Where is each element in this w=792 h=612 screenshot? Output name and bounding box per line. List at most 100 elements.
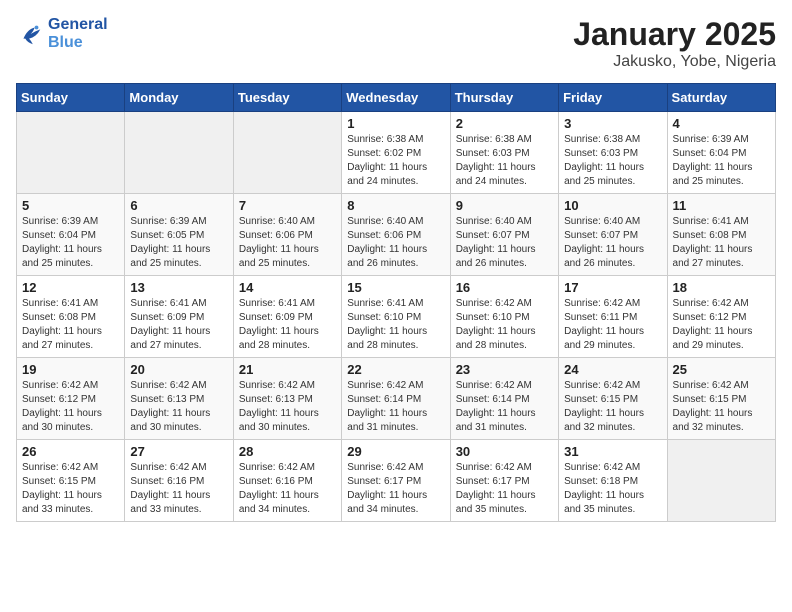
day-info: Sunrise: 6:39 AM Sunset: 6:05 PM Dayligh…: [130, 215, 227, 271]
day-number: 2: [456, 116, 553, 131]
day-number: 31: [564, 444, 661, 459]
calendar-cell: 24 Sunrise: 6:42 AM Sunset: 6:15 PM Dayli…: [559, 358, 667, 440]
day-info: Sunrise: 6:40 AM Sunset: 6:07 PM Dayligh…: [456, 215, 553, 271]
day-info: Sunrise: 6:39 AM Sunset: 6:04 PM Dayligh…: [673, 133, 770, 189]
calendar-cell: 3 Sunrise: 6:38 AM Sunset: 6:03 PM Daylig…: [559, 112, 667, 194]
day-info: Sunrise: 6:42 AM Sunset: 6:12 PM Dayligh…: [22, 379, 119, 435]
calendar-cell: [125, 112, 233, 194]
weekday-header: Thursday: [450, 84, 558, 112]
day-number: 30: [456, 444, 553, 459]
day-number: 4: [673, 116, 770, 131]
day-info: Sunrise: 6:40 AM Sunset: 6:07 PM Dayligh…: [564, 215, 661, 271]
calendar-week-row: 1Sunrise: 6:38 AM Sunset: 6:02 PM Daylig…: [17, 112, 776, 194]
weekday-header: Friday: [559, 84, 667, 112]
day-number: 19: [22, 362, 119, 377]
calendar-cell: [667, 440, 775, 522]
day-info: Sunrise: 6:41 AM Sunset: 6:10 PM Dayligh…: [347, 297, 444, 353]
calendar-cell: 9 Sunrise: 6:40 AM Sunset: 6:07 PM Daylig…: [450, 194, 558, 276]
day-number: 17: [564, 280, 661, 295]
calendar-cell: 28 Sunrise: 6:42 AM Sunset: 6:16 PM Dayli…: [233, 440, 341, 522]
day-info: Sunrise: 6:42 AM Sunset: 6:15 PM Dayligh…: [673, 379, 770, 435]
calendar-cell: 7 Sunrise: 6:40 AM Sunset: 6:06 PM Daylig…: [233, 194, 341, 276]
calendar-week-row: 5Sunrise: 6:39 AM Sunset: 6:04 PM Daylig…: [17, 194, 776, 276]
page-header: General Blue January 2025 Jakusko, Yobe,…: [16, 16, 776, 71]
day-info: Sunrise: 6:39 AM Sunset: 6:04 PM Dayligh…: [22, 215, 119, 271]
calendar-cell: 27Sunrise: 6:42 AM Sunset: 6:16 PM Dayli…: [125, 440, 233, 522]
day-info: Sunrise: 6:42 AM Sunset: 6:17 PM Dayligh…: [456, 461, 553, 517]
day-info: Sunrise: 6:40 AM Sunset: 6:06 PM Dayligh…: [239, 215, 336, 271]
calendar-cell: [17, 112, 125, 194]
weekday-header-row: SundayMondayTuesdayWednesdayThursdayFrid…: [17, 84, 776, 112]
calendar-cell: 31Sunrise: 6:42 AM Sunset: 6:18 PM Dayli…: [559, 440, 667, 522]
day-info: Sunrise: 6:41 AM Sunset: 6:08 PM Dayligh…: [22, 297, 119, 353]
day-number: 3: [564, 116, 661, 131]
calendar-cell: 18Sunrise: 6:42 AM Sunset: 6:12 PM Dayli…: [667, 276, 775, 358]
calendar-cell: 20Sunrise: 6:42 AM Sunset: 6:13 PM Dayli…: [125, 358, 233, 440]
day-number: 8: [347, 198, 444, 213]
calendar-cell: 17 Sunrise: 6:42 AM Sunset: 6:11 PM Dayli…: [559, 276, 667, 358]
weekday-header: Tuesday: [233, 84, 341, 112]
day-info: Sunrise: 6:42 AM Sunset: 6:17 PM Dayligh…: [347, 461, 444, 517]
day-number: 22: [347, 362, 444, 377]
logo-icon: [16, 20, 44, 48]
logo-general: General: [48, 16, 108, 34]
day-number: 26: [22, 444, 119, 459]
day-number: 29: [347, 444, 444, 459]
weekday-header: Wednesday: [342, 84, 450, 112]
day-info: Sunrise: 6:41 AM Sunset: 6:08 PM Dayligh…: [673, 215, 770, 271]
calendar-cell: 29 Sunrise: 6:42 AM Sunset: 6:17 PM Dayli…: [342, 440, 450, 522]
calendar-week-row: 19 Sunrise: 6:42 AM Sunset: 6:12 PM Dayli…: [17, 358, 776, 440]
day-info: Sunrise: 6:40 AM Sunset: 6:06 PM Dayligh…: [347, 215, 444, 271]
day-info: Sunrise: 6:42 AM Sunset: 6:15 PM Dayligh…: [564, 379, 661, 435]
calendar-cell: 21 Sunrise: 6:42 AM Sunset: 6:13 PM Dayli…: [233, 358, 341, 440]
calendar-cell: 16 Sunrise: 6:42 AM Sunset: 6:10 PM Dayli…: [450, 276, 558, 358]
calendar-cell: 5Sunrise: 6:39 AM Sunset: 6:04 PM Daylig…: [17, 194, 125, 276]
day-info: Sunrise: 6:41 AM Sunset: 6:09 PM Dayligh…: [130, 297, 227, 353]
day-number: 21: [239, 362, 336, 377]
calendar-cell: 25 Sunrise: 6:42 AM Sunset: 6:15 PM Dayli…: [667, 358, 775, 440]
day-info: Sunrise: 6:38 AM Sunset: 6:03 PM Dayligh…: [456, 133, 553, 189]
calendar-cell: 11 Sunrise: 6:41 AM Sunset: 6:08 PM Dayli…: [667, 194, 775, 276]
weekday-header: Monday: [125, 84, 233, 112]
calendar-cell: 4 Sunrise: 6:39 AM Sunset: 6:04 PM Daylig…: [667, 112, 775, 194]
logo: General Blue: [16, 16, 108, 52]
day-number: 9: [456, 198, 553, 213]
day-number: 28: [239, 444, 336, 459]
day-info: Sunrise: 6:42 AM Sunset: 6:13 PM Dayligh…: [239, 379, 336, 435]
day-info: Sunrise: 6:41 AM Sunset: 6:09 PM Dayligh…: [239, 297, 336, 353]
day-info: Sunrise: 6:42 AM Sunset: 6:11 PM Dayligh…: [564, 297, 661, 353]
day-number: 7: [239, 198, 336, 213]
day-number: 10: [564, 198, 661, 213]
day-number: 25: [673, 362, 770, 377]
day-number: 24: [564, 362, 661, 377]
day-number: 1: [347, 116, 444, 131]
day-info: Sunrise: 6:42 AM Sunset: 6:15 PM Dayligh…: [22, 461, 119, 517]
calendar-cell: 1Sunrise: 6:38 AM Sunset: 6:02 PM Daylig…: [342, 112, 450, 194]
day-info: Sunrise: 6:42 AM Sunset: 6:13 PM Dayligh…: [130, 379, 227, 435]
calendar-cell: 13Sunrise: 6:41 AM Sunset: 6:09 PM Dayli…: [125, 276, 233, 358]
calendar-cell: 15 Sunrise: 6:41 AM Sunset: 6:10 PM Dayli…: [342, 276, 450, 358]
weekday-header: Saturday: [667, 84, 775, 112]
calendar-week-row: 26 Sunrise: 6:42 AM Sunset: 6:15 PM Dayli…: [17, 440, 776, 522]
day-number: 11: [673, 198, 770, 213]
day-number: 12: [22, 280, 119, 295]
calendar-cell: 30 Sunrise: 6:42 AM Sunset: 6:17 PM Dayli…: [450, 440, 558, 522]
day-info: Sunrise: 6:42 AM Sunset: 6:10 PM Dayligh…: [456, 297, 553, 353]
title-block: January 2025 Jakusko, Yobe, Nigeria: [573, 16, 776, 71]
day-info: Sunrise: 6:38 AM Sunset: 6:03 PM Dayligh…: [564, 133, 661, 189]
calendar-cell: 12 Sunrise: 6:41 AM Sunset: 6:08 PM Dayli…: [17, 276, 125, 358]
calendar-cell: 26 Sunrise: 6:42 AM Sunset: 6:15 PM Dayli…: [17, 440, 125, 522]
calendar-cell: 8 Sunrise: 6:40 AM Sunset: 6:06 PM Daylig…: [342, 194, 450, 276]
calendar-title: January 2025: [573, 16, 776, 53]
day-number: 15: [347, 280, 444, 295]
calendar-table: SundayMondayTuesdayWednesdayThursdayFrid…: [16, 83, 776, 522]
calendar-cell: [233, 112, 341, 194]
day-number: 16: [456, 280, 553, 295]
calendar-week-row: 12 Sunrise: 6:41 AM Sunset: 6:08 PM Dayli…: [17, 276, 776, 358]
calendar-cell: 2 Sunrise: 6:38 AM Sunset: 6:03 PM Daylig…: [450, 112, 558, 194]
calendar-cell: 6Sunrise: 6:39 AM Sunset: 6:05 PM Daylig…: [125, 194, 233, 276]
day-info: Sunrise: 6:42 AM Sunset: 6:16 PM Dayligh…: [239, 461, 336, 517]
day-info: Sunrise: 6:42 AM Sunset: 6:16 PM Dayligh…: [130, 461, 227, 517]
day-number: 18: [673, 280, 770, 295]
day-number: 23: [456, 362, 553, 377]
